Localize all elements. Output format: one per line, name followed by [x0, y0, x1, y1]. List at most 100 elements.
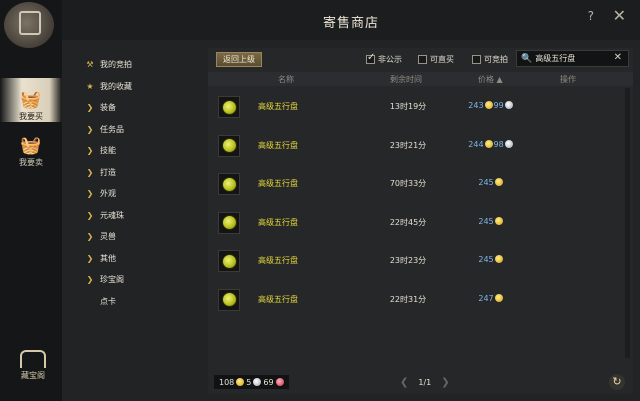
scrollbar[interactable] [625, 88, 630, 358]
category-soul-beads[interactable]: ❯ 元魂珠 [82, 205, 202, 227]
checkbox[interactable] [472, 54, 481, 64]
silver-amount: 5 [246, 377, 252, 387]
category-list: ⚒ 我的竞拍 ★ 我的收藏 ❯ 装备 ❯ 任务品 ❯ 技能 ❯ 打造 ❯ 外观 ❯ 元魂珠 ❯ 灵… [82, 54, 202, 312]
bound-currency-icon [275, 378, 284, 386]
close-button[interactable]: ✕ [613, 6, 626, 25]
title-bar: 寄售商店 ? ✕ [62, 0, 640, 40]
gold-coin-icon [494, 255, 503, 263]
back-button[interactable]: 返回上级 [216, 52, 262, 67]
bound-silver-amount: 69 [263, 377, 274, 387]
item-name: 高级五行盘 [258, 294, 298, 304]
five-elements-disk-icon [221, 99, 237, 115]
tab-sell[interactable]: 🧺 我要卖 [0, 124, 62, 168]
table-header: 名称 剩余时间 价格 ▲ 操作 [208, 72, 633, 86]
table-row[interactable]: 高级五行盘 23时21分 244 98 [208, 127, 618, 166]
column-time[interactable]: 剩余时间 [390, 74, 422, 85]
gold-coin-icon [484, 139, 493, 148]
five-elements-disk-icon [221, 138, 237, 153]
category-spirit-beasts[interactable]: ❯ 灵兽 [82, 226, 202, 248]
item-slot[interactable] [218, 134, 240, 157]
chevron-right-icon: ❯ [86, 103, 94, 113]
item-time: 22时45分 [389, 217, 427, 227]
search-input[interactable] [535, 54, 606, 63]
item-slot[interactable] [218, 288, 240, 311]
item-time: 70时33分 [389, 179, 427, 188]
category-favorites[interactable]: ★ 我的收藏 [82, 76, 202, 98]
refresh-icon[interactable]: ↻ [609, 374, 625, 390]
item-price: 245 [456, 216, 526, 226]
clear-search-icon[interactable]: ✕ [614, 52, 622, 63]
item-slot[interactable] [218, 96, 240, 118]
listing-rows: 高级五行盘 13时19分 243 99 高级五行盘 23时21分 244 98 高级… [208, 88, 618, 319]
category-equipment[interactable]: ❯ 装备 [82, 97, 202, 119]
treasure-pavilion-button[interactable]: 藏宝阁 [16, 350, 50, 398]
gold-coin-icon [484, 101, 493, 109]
category-appearance[interactable]: ❯ 外观 [82, 183, 202, 205]
five-elements-disk-icon [221, 292, 237, 307]
filter-direct-buy[interactable]: 可直买 [418, 53, 454, 65]
gold-coin-icon [236, 378, 245, 386]
gold-coin-icon [494, 178, 503, 186]
pagination: ❮ 1/1 ❯ [390, 377, 460, 388]
filter-biddable[interactable]: 可竞拍 [472, 53, 508, 65]
category-quest-items[interactable]: ❯ 任务品 [82, 119, 202, 141]
table-row[interactable]: 高级五行盘 22时31分 247 [208, 281, 618, 320]
chevron-right-icon: ❯ [86, 210, 94, 220]
chevron-right-icon: ❯ [86, 232, 94, 242]
silver-coin-icon [504, 139, 513, 148]
table-row[interactable]: 高级五行盘 13时19分 243 99 [208, 88, 618, 127]
chevron-right-icon: ❯ [86, 189, 94, 199]
consignment-shop-window: 🧺 我要买 🧺 我要卖 藏宝阁 寄售商店 ? ✕ ⚒ 我的竞拍 ★ 我的收藏 ❯ 装备… [0, 0, 640, 401]
table-row[interactable]: 高级五行盘 22时45分 245 [208, 204, 618, 243]
category-point-card[interactable]: 点卡 [82, 291, 202, 313]
item-slot[interactable] [218, 211, 240, 234]
column-name: 名称 [278, 75, 294, 84]
checkbox[interactable] [366, 52, 375, 64]
prev-page-icon[interactable]: ❮ [400, 377, 408, 388]
pavilion-icon [20, 350, 46, 368]
gold-amount: 108 [219, 377, 235, 387]
tab-buy[interactable]: 🧺 我要买 [0, 78, 62, 122]
basket-icon: 🧺 [20, 90, 42, 110]
item-name: 高级五行盘 [258, 217, 298, 227]
chevron-right-icon: ❯ [86, 146, 94, 156]
category-forging[interactable]: ❯ 打造 [82, 162, 202, 184]
help-button[interactable]: ? [588, 9, 594, 23]
tab-sell-label: 我要卖 [19, 158, 43, 167]
star-icon: ★ [86, 81, 94, 91]
window-title: 寄售商店 [322, 16, 379, 31]
category-skills[interactable]: ❯ 技能 [82, 140, 202, 162]
silver-coin-icon [253, 378, 262, 386]
item-slot[interactable] [218, 173, 240, 195]
chevron-right-icon: ❯ [86, 275, 94, 285]
treasure-pavilion-label: 藏宝阁 [21, 371, 45, 380]
item-price: 247 [456, 293, 526, 303]
checkbox[interactable] [418, 54, 427, 64]
item-name: 高级五行盘 [258, 102, 298, 111]
filter-not-public[interactable]: 非公示 [366, 52, 402, 65]
logo-mark-icon [19, 11, 41, 35]
listing-panel: 返回上级 非公示 可直买 可竞拍 🔍 ✕ 名称 剩余时间 价格 ▲ 操作 高级五… [208, 48, 633, 394]
table-row[interactable]: 高级五行盘 70时33分 245 [208, 165, 618, 204]
category-treasure-pavilion[interactable]: ❯ 珍宝阁 [82, 269, 202, 291]
currency-display: 108 5 69 [214, 375, 289, 389]
item-time: 23时21分 [389, 140, 427, 150]
chevron-right-icon: ❯ [86, 253, 94, 263]
item-time: 22时31分 [389, 294, 427, 304]
silver-coin-icon [504, 101, 513, 109]
item-slot[interactable] [218, 250, 240, 272]
gold-coin-icon [494, 216, 503, 225]
game-logo [4, 2, 54, 48]
item-name: 高级五行盘 [258, 256, 298, 265]
item-name: 高级五行盘 [258, 179, 298, 188]
five-elements-disk-icon [221, 176, 237, 192]
item-price: 244 98 [456, 139, 526, 149]
next-page-icon[interactable]: ❯ [441, 377, 449, 388]
page-indicator: 1/1 [418, 378, 432, 387]
column-price[interactable]: 价格 ▲ [478, 74, 503, 85]
side-strip: 🧺 我要买 🧺 我要卖 藏宝阁 [0, 0, 62, 401]
table-row[interactable]: 高级五行盘 23时23分 245 [208, 242, 618, 281]
category-my-bids[interactable]: ⚒ 我的竞拍 [82, 54, 202, 76]
item-name: 高级五行盘 [258, 140, 298, 150]
category-other[interactable]: ❯ 其他 [82, 248, 202, 270]
